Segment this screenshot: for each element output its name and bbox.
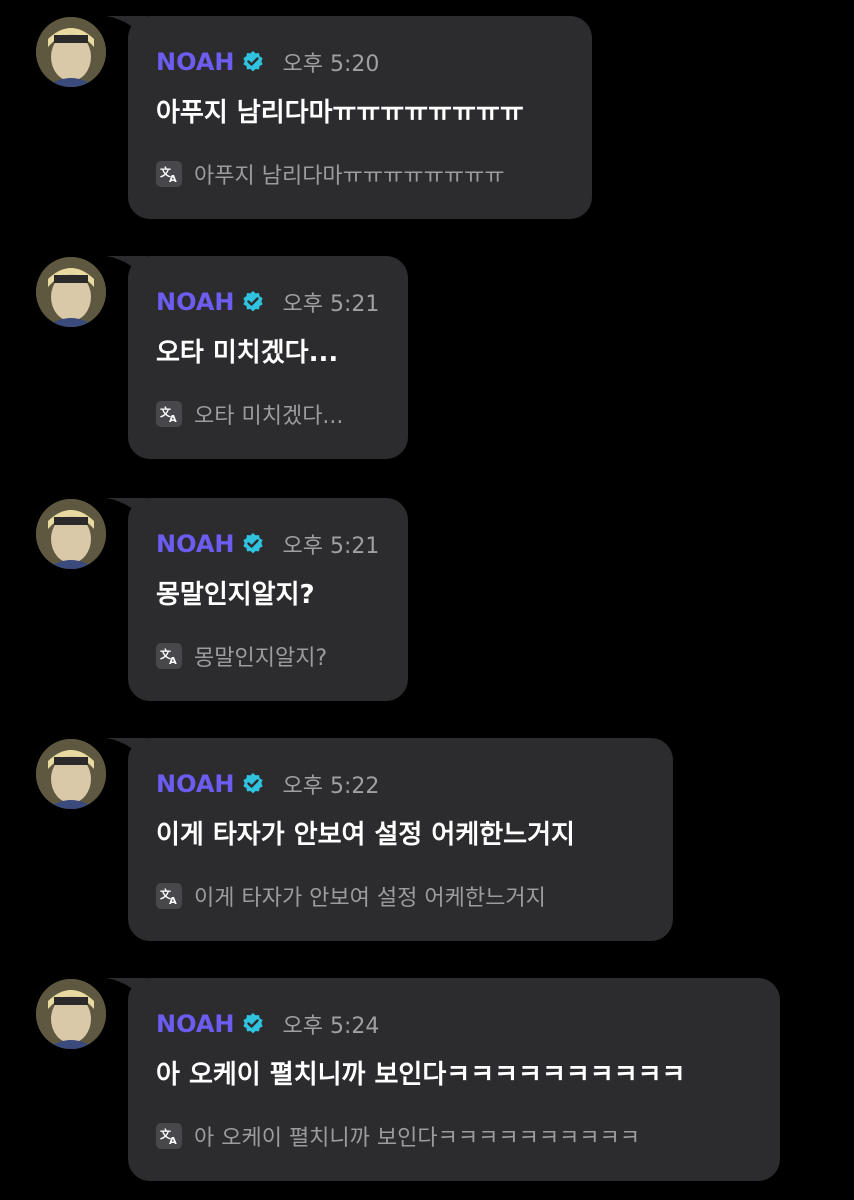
message-text: 아푸지 남리다마ㅠㅠㅠㅠㅠㅠㅠㅠ (156, 98, 524, 128)
message-text: 이게 타자가 안보여 설정 어케한느거지 (156, 820, 575, 850)
translation-row[interactable]: 文 A 몽말인지알지? (156, 640, 327, 672)
avatar[interactable] (36, 17, 106, 87)
message-bubble[interactable]: NOAH 오후 5:21 오타 미치겠다... 文 A 오타 미치겠다... (128, 256, 408, 459)
message-text: 아 오케이 펼치니까 보인다ㅋㅋㅋㅋㅋㅋㅋㅋㅋㅋ (156, 1060, 686, 1090)
avatar[interactable] (36, 499, 106, 569)
message-bubble[interactable]: NOAH 오후 5:22 이게 타자가 안보여 설정 어케한느거지 文 A 이게… (128, 738, 673, 941)
sender-name[interactable]: NOAH (156, 770, 235, 798)
verified-badge-icon (242, 773, 263, 794)
translate-icon: 文 A (156, 1123, 182, 1149)
avatar-image (36, 257, 106, 327)
avatar-image (36, 17, 106, 87)
message-text: 몽말인지알지? (156, 580, 315, 610)
avatar-image (36, 499, 106, 569)
svg-text:A: A (169, 174, 177, 185)
translation-row[interactable]: 文 A 오타 미치겠다... (156, 398, 343, 430)
message-time: 오후 5:22 (282, 774, 380, 799)
message-bubble[interactable]: NOAH 오후 5:20 아푸지 남리다마ㅠㅠㅠㅠㅠㅠㅠㅠ 文 A 아푸지 남리… (128, 16, 592, 219)
translate-icon: 文 A (156, 161, 182, 187)
sender-name[interactable]: NOAH (156, 1010, 235, 1038)
translation-text: 아푸지 남리다마ㅠㅠㅠㅠㅠㅠㅠㅠ (194, 164, 505, 189)
message-header: NOAH 오후 5:21 (156, 528, 379, 560)
message-header: NOAH 오후 5:21 (156, 286, 379, 318)
translation-row[interactable]: 文 A 아 오케이 펼치니까 보인다ㅋㅋㅋㅋㅋㅋㅋㅋㅋㅋ (156, 1120, 640, 1152)
avatar-image (36, 979, 106, 1049)
verified-badge-icon (242, 533, 263, 554)
message-time: 오후 5:20 (282, 52, 380, 77)
translate-icon: 文 A (156, 883, 182, 909)
svg-text:A: A (169, 1136, 177, 1147)
avatar[interactable] (36, 739, 106, 809)
message-bubble[interactable]: NOAH 오후 5:21 몽말인지알지? 文 A 몽말인지알지? (128, 498, 408, 701)
message-time: 오후 5:21 (282, 292, 380, 317)
verified-badge-icon (242, 1013, 263, 1034)
message-header: NOAH 오후 5:22 (156, 768, 379, 800)
svg-text:A: A (169, 656, 177, 667)
translation-row[interactable]: 文 A 아푸지 남리다마ㅠㅠㅠㅠㅠㅠㅠㅠ (156, 158, 505, 190)
message-header: NOAH 오후 5:20 (156, 46, 379, 78)
verified-badge-icon (242, 291, 263, 312)
sender-name[interactable]: NOAH (156, 48, 235, 76)
translation-text: 몽말인지알지? (194, 646, 328, 671)
translate-icon: 文 A (156, 643, 182, 669)
translate-icon: 文 A (156, 401, 182, 427)
translation-text: 아 오케이 펼치니까 보인다ㅋㅋㅋㅋㅋㅋㅋㅋㅋㅋ (194, 1126, 641, 1151)
verified-badge-icon (242, 51, 263, 72)
message-time: 오후 5:21 (282, 534, 380, 559)
sender-name[interactable]: NOAH (156, 530, 235, 558)
avatar[interactable] (36, 979, 106, 1049)
message-time: 오후 5:24 (282, 1014, 380, 1039)
translation-text: 이게 타자가 안보여 설정 어케한느거지 (194, 886, 546, 911)
avatar[interactable] (36, 257, 106, 327)
svg-text:A: A (169, 896, 177, 907)
translation-text: 오타 미치겠다... (194, 404, 344, 429)
message-text: 오타 미치겠다... (156, 338, 339, 368)
svg-text:A: A (169, 414, 177, 425)
sender-name[interactable]: NOAH (156, 288, 235, 316)
message-bubble[interactable]: NOAH 오후 5:24 아 오케이 펼치니까 보인다ㅋㅋㅋㅋㅋㅋㅋㅋㅋㅋ 文 … (128, 978, 780, 1181)
avatar-image (36, 739, 106, 809)
translation-row[interactable]: 文 A 이게 타자가 안보여 설정 어케한느거지 (156, 880, 546, 912)
message-header: NOAH 오후 5:24 (156, 1008, 379, 1040)
